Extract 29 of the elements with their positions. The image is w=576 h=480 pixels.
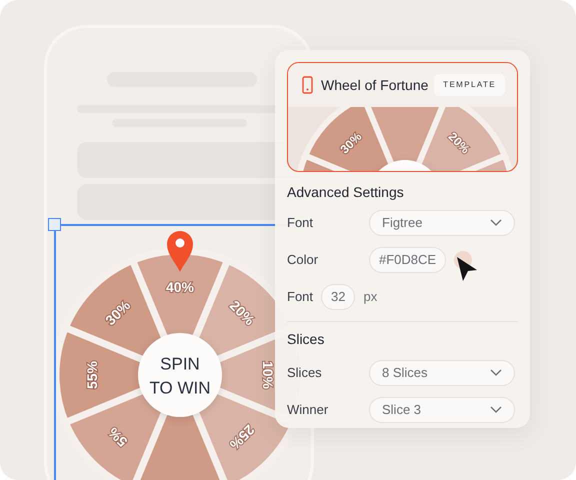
chevron-icon xyxy=(490,406,502,414)
spin-button[interactable] xyxy=(138,333,222,417)
field-label: Font xyxy=(287,214,314,232)
map-pin-icon xyxy=(167,231,193,272)
field-label: Winner xyxy=(287,400,330,419)
dropdown[interactable]: Slice 3 xyxy=(369,396,515,423)
slice-label: 10% xyxy=(260,360,276,390)
dropdown[interactable]: Figtree xyxy=(369,210,515,236)
field-label: Color xyxy=(287,251,320,270)
template-badge: TEMPLATE xyxy=(434,74,505,96)
size-field[interactable]: 32 xyxy=(321,284,356,310)
color-field[interactable]: #F0D8CE xyxy=(369,246,446,273)
unit-label: px xyxy=(363,288,378,306)
spin-label: TO WIN xyxy=(149,378,211,398)
dropdown[interactable]: 8 Slices xyxy=(369,360,515,386)
spin-label: SPIN xyxy=(160,354,200,374)
template-title: Wheel of Fortune xyxy=(321,76,428,94)
section-heading: Advanced Settings xyxy=(287,184,405,201)
slice-label: 5% xyxy=(104,424,131,450)
slice-label: 55% xyxy=(84,360,100,390)
section-heading: Slices xyxy=(287,330,326,348)
chevron-icon xyxy=(490,219,502,226)
field-label: Font xyxy=(287,288,314,306)
cursor-icon xyxy=(455,255,479,283)
slice-label: 40% xyxy=(166,278,194,295)
chevron-icon xyxy=(490,369,502,376)
resize-handle[interactable] xyxy=(48,218,61,231)
phone-icon xyxy=(302,76,313,94)
field-label: Slices xyxy=(287,364,323,382)
